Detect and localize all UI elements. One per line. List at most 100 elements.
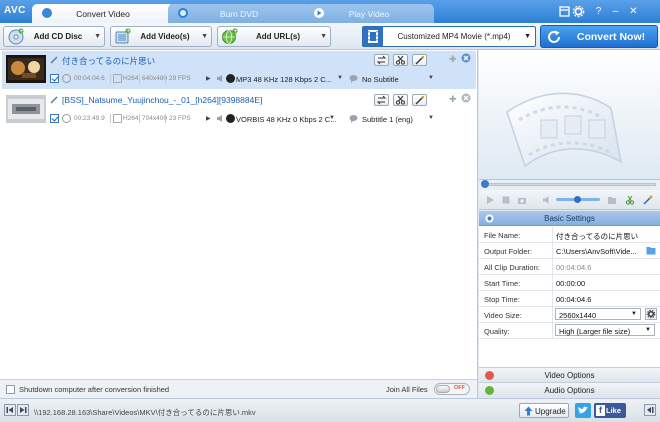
output-folder-field[interactable]: C:\Users\AnvSoft\Vide... xyxy=(552,243,660,258)
rotate-button[interactable] xyxy=(374,54,389,66)
audio-track-value[interactable]: VORBIS 48 KHz 0 Kbps 2 C... xyxy=(236,115,336,124)
add-urls-button[interactable]: + Add URL(s) ▼ xyxy=(217,26,331,47)
add-videos-button[interactable]: + Add Video(s) ▼ xyxy=(110,26,212,47)
effects-button[interactable] xyxy=(412,54,427,66)
chevron-right-icon[interactable]: ▶ xyxy=(206,115,211,122)
help-button[interactable]: ? xyxy=(592,5,605,18)
setting-output-folder: Output Folder: C:\Users\AnvSoft\Vide... xyxy=(479,243,660,259)
basic-settings-panel: Basic Settings File Name: 付き合ってるのに片思い Ou… xyxy=(479,211,660,367)
facebook-like-button[interactable]: f Like xyxy=(594,403,626,418)
output-profile-select[interactable]: Customized MP4 Movie (*.mp4) ▼ xyxy=(362,26,536,47)
add-cd-disc-button[interactable]: + Add CD Disc ▼ xyxy=(3,26,105,47)
file-fps: 29 FPS xyxy=(169,75,191,82)
stop-icon[interactable] xyxy=(501,195,511,205)
tab-burn-dvd[interactable]: Burn DVD xyxy=(168,4,310,23)
folder-icon[interactable] xyxy=(607,195,617,205)
skip-forward-icon[interactable] xyxy=(17,404,29,416)
magic-wand-icon[interactable] xyxy=(643,195,653,205)
move-up-icon[interactable]: ✚ xyxy=(449,94,457,105)
seek-bar[interactable] xyxy=(479,180,660,190)
seek-handle[interactable] xyxy=(481,180,489,188)
chevron-down-icon[interactable]: ▼ xyxy=(428,75,434,81)
upgrade-button[interactable]: Upgrade xyxy=(519,403,569,418)
file-codec: H264 xyxy=(123,75,139,82)
audio-track-value[interactable]: MP3 48 KHz 128 Kbps 2 C... xyxy=(236,75,332,84)
divider xyxy=(165,114,166,123)
quality-cell: High (Larger file size) ▼ xyxy=(552,323,660,338)
subtitle-value[interactable]: No Subtitle xyxy=(362,75,399,84)
setting-quality: Quality: High (Larger file size) ▼ xyxy=(479,323,660,339)
volume-handle[interactable] xyxy=(574,196,581,203)
play-icon[interactable] xyxy=(485,195,495,205)
file-list: 付き合ってるのに片思い 00:04:04.6 H264 640x480 29 F… xyxy=(0,50,478,379)
file-row[interactable]: 付き合ってるのに片思い 00:04:04.6 H264 640x480 29 F… xyxy=(2,51,476,89)
file-checkbox[interactable] xyxy=(50,114,59,123)
chevron-down-icon[interactable]: ▼ xyxy=(201,33,208,40)
setting-label: All Clip Duration: xyxy=(484,263,540,272)
clock-icon xyxy=(62,114,71,123)
seek-track[interactable] xyxy=(483,183,656,186)
snapshot-icon[interactable] xyxy=(517,195,527,205)
folder-icon[interactable] xyxy=(646,246,656,255)
stop-time-field[interactable]: 00:04:04.6 xyxy=(552,291,660,306)
toggle-knob xyxy=(436,385,450,393)
rotate-button[interactable] xyxy=(374,94,389,106)
speaker-icon xyxy=(216,114,225,123)
file-row[interactable]: [BSS]_Natsume_Yuujinchou_-_01_[h264][939… xyxy=(2,91,476,129)
speaker-icon xyxy=(216,74,225,83)
volume-icon[interactable] xyxy=(542,195,552,205)
chevron-down-icon[interactable]: ▼ xyxy=(320,33,327,40)
quality-select[interactable]: High (Larger file size) ▼ xyxy=(555,324,655,336)
file-duration: 00:04:04.6 xyxy=(74,75,105,82)
setting-label: File Name: xyxy=(484,231,521,240)
film-strip-icon xyxy=(363,27,383,46)
chevron-down-icon[interactable]: ▼ xyxy=(329,115,335,121)
rename-icon[interactable] xyxy=(50,55,59,64)
file-name-field[interactable]: 付き合ってるのに片思い xyxy=(552,227,660,242)
file-checkbox[interactable] xyxy=(50,74,59,83)
close-button[interactable]: ✕ xyxy=(627,5,640,18)
basic-settings-title: Basic Settings xyxy=(544,214,595,223)
basic-settings-header[interactable]: Basic Settings xyxy=(479,211,660,226)
film-add-icon: + xyxy=(114,28,132,45)
join-all-files-toggle[interactable]: OFF xyxy=(434,383,470,395)
title-bar: AVC Convert Video Burn DVD Play Video ? … xyxy=(0,0,660,23)
skip-back-icon[interactable] xyxy=(4,404,16,416)
audio-options-header[interactable]: Audio Options xyxy=(479,382,660,397)
chevron-right-icon[interactable]: ▶ xyxy=(206,75,211,82)
subtitle-value[interactable]: Subtitle 1 (eng) xyxy=(362,115,413,124)
chevron-down-icon[interactable]: ▼ xyxy=(94,33,101,40)
start-time-field[interactable]: 00:00:00 xyxy=(552,275,660,290)
setting-value: 00:00:00 xyxy=(556,279,586,288)
collapse-panel-icon[interactable] xyxy=(644,404,656,416)
setting-value: 00:04:04.6 xyxy=(556,263,592,272)
app-logo: AVC xyxy=(4,5,26,16)
current-file-path: \\192.168.28.163\Share\Videos\MKV\付き合ってる… xyxy=(34,408,256,417)
setting-value: 付き合ってるのに片思い xyxy=(556,232,639,241)
chevron-down-icon[interactable]: ▼ xyxy=(337,75,343,81)
tab-label: Play Video xyxy=(348,9,390,19)
gear-icon[interactable] xyxy=(572,5,585,18)
skin-icon[interactable] xyxy=(558,5,571,18)
gear-icon[interactable] xyxy=(645,308,657,320)
remove-file-icon[interactable] xyxy=(461,53,471,63)
shutdown-checkbox[interactable] xyxy=(6,385,15,394)
rename-icon[interactable] xyxy=(50,95,59,104)
convert-now-button[interactable]: Convert Now! xyxy=(540,25,658,48)
minimize-button[interactable]: – xyxy=(609,5,622,18)
video-size-select[interactable]: 2560x1440 ▼ xyxy=(555,308,641,320)
subtitle-icon xyxy=(349,114,358,123)
scissors-icon[interactable] xyxy=(625,195,635,205)
effects-button[interactable] xyxy=(412,94,427,106)
scissors-button[interactable] xyxy=(393,94,408,106)
video-options-header[interactable]: Video Options xyxy=(479,367,660,382)
remove-file-icon[interactable] xyxy=(461,93,471,103)
divider xyxy=(110,74,111,83)
twitter-button[interactable] xyxy=(575,403,591,418)
chevron-down-icon[interactable]: ▼ xyxy=(428,115,434,121)
tab-play-video[interactable]: Play Video xyxy=(304,4,434,23)
scissors-button[interactable] xyxy=(393,54,408,66)
move-up-icon[interactable]: ✚ xyxy=(449,54,457,65)
tab-convert-video[interactable]: Convert Video xyxy=(32,4,174,23)
chevron-down-icon: ▼ xyxy=(645,327,651,333)
